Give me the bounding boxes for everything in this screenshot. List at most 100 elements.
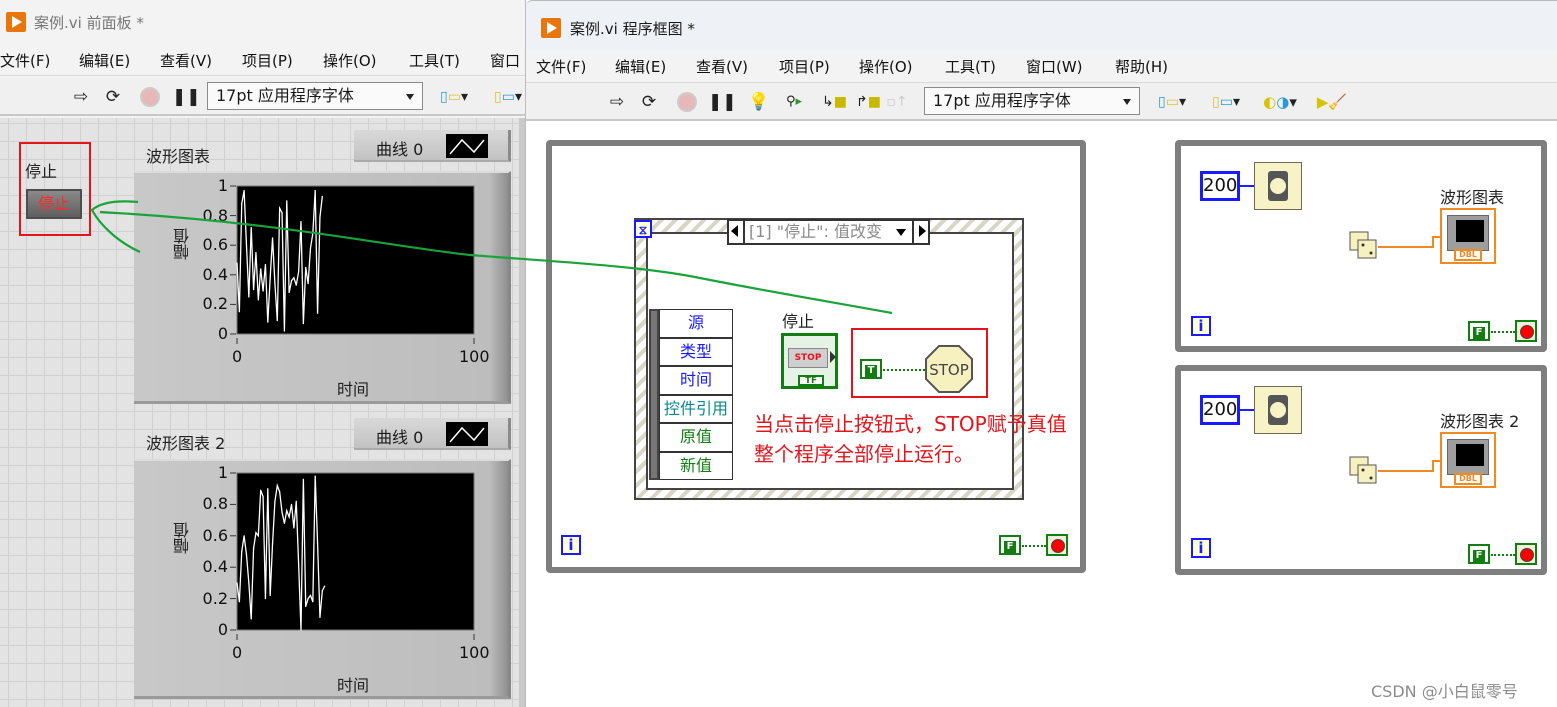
y-tick-label: 0.6 — [202, 235, 228, 255]
stop-function-icon[interactable]: STOP — [924, 344, 974, 394]
previous-case-icon[interactable] — [731, 225, 738, 237]
data-point — [257, 535, 259, 537]
iteration-terminal[interactable]: i — [1191, 538, 1211, 558]
data-point — [243, 535, 245, 537]
chevron-down-icon[interactable] — [896, 229, 906, 236]
event-data-type[interactable]: 类型 — [659, 337, 733, 366]
false-constant[interactable]: F — [999, 535, 1021, 555]
wait-ms-constant[interactable]: 200 — [1200, 171, 1240, 201]
block-diagram-menubar: 文件(F) 编辑(E) 查看(V) 项目(P) 操作(O) 工具(T) 窗口(W… — [526, 50, 1557, 83]
event-data-type-text: 类型 — [679, 341, 712, 361]
data-point — [288, 516, 290, 518]
data-point — [300, 629, 302, 631]
chart1-terminal[interactable]: DBL — [1440, 208, 1496, 264]
stop-terminal-glyph: STOP — [788, 348, 828, 368]
chart2-plot[interactable] — [0, 0, 525, 707]
block-diagram-titlebar[interactable]: 案例.vi 程序框图 * — [526, 0, 1557, 50]
clean-up-diagram-icon[interactable]: ▶🧹 — [1316, 91, 1348, 113]
stop-terminal[interactable]: STOP TF — [781, 333, 838, 389]
random-number-dice-icon[interactable] — [1348, 230, 1378, 260]
event-data-node[interactable]: 源 类型 时间 控件引用 原值 新值 — [649, 309, 733, 480]
step-into-icon[interactable]: ↳■ — [822, 91, 847, 113]
data-point — [252, 547, 255, 549]
run-continuously-icon[interactable]: ⟳ — [638, 91, 660, 113]
data-point — [312, 601, 314, 603]
next-case-icon[interactable] — [919, 225, 926, 237]
menu-edit[interactable]: 编辑(E) — [615, 56, 666, 77]
loop-condition-icon[interactable] — [1515, 543, 1537, 565]
menu-view[interactable]: 查看(V) — [696, 56, 748, 77]
y-tick-label: 0.8 — [202, 205, 228, 225]
iteration-terminal[interactable]: i — [561, 535, 581, 555]
numeric-wire[interactable] — [1240, 409, 1254, 411]
menu-help[interactable]: 帮助(H) — [1115, 56, 1168, 77]
align-objects-icon[interactable]: ▯▭▾ — [1152, 91, 1192, 113]
event-timeout-icon: ⧖ — [634, 220, 652, 238]
event-data-oldval[interactable]: 原值 — [659, 423, 733, 452]
data-point — [321, 590, 323, 592]
x-tick-label: 100 — [459, 347, 490, 366]
y-tick-label: 0.8 — [202, 494, 228, 514]
menu-operate[interactable]: 操作(O) — [859, 56, 913, 77]
data-point — [274, 500, 276, 502]
data-point — [271, 543, 274, 545]
x-tick-label: 100 — [459, 643, 490, 662]
menu-project[interactable]: 项目(P) — [779, 56, 830, 77]
false-constant[interactable]: F — [1468, 321, 1490, 341]
data-point — [238, 601, 240, 603]
event-data-time[interactable]: 时间 — [659, 366, 733, 395]
data-point — [295, 500, 297, 502]
false-constant-text: F — [1473, 550, 1485, 562]
event-data-ctlref[interactable]: 控件引用 — [659, 394, 733, 423]
watermark: CSDN @小白鼠零号 — [1371, 682, 1518, 701]
boolean-wire[interactable] — [1491, 331, 1515, 333]
wait-ms-clock-icon[interactable] — [1254, 162, 1302, 210]
abort-icon[interactable] — [676, 91, 698, 113]
data-point — [267, 488, 269, 490]
event-data-newval[interactable]: 新值 — [659, 451, 733, 480]
numeric-wire[interactable] — [1240, 185, 1254, 187]
iteration-terminal[interactable]: i — [1191, 316, 1211, 336]
retain-wire-values-icon[interactable]: ⚲▸ — [783, 91, 805, 113]
boolean-wire[interactable] — [1491, 554, 1515, 556]
reorder-icon[interactable]: ◐◑▾ — [1260, 91, 1300, 113]
chart2-terminal-type: DBL — [1454, 473, 1482, 485]
chevron-down-icon — [1123, 99, 1131, 105]
menu-window[interactable]: 窗口(W) — [1026, 56, 1083, 77]
boolean-wire[interactable] — [1022, 545, 1046, 547]
event-data-source[interactable]: 源 — [659, 309, 733, 338]
step-out-icon[interactable]: ▫↑ — [886, 91, 908, 113]
data-point — [302, 478, 304, 480]
y-tick-label: 1 — [217, 463, 228, 482]
boolean-wire[interactable] — [883, 369, 925, 371]
wait-ms-constant[interactable]: 200 — [1200, 395, 1240, 425]
chart2-terminal[interactable]: DBL — [1440, 432, 1496, 488]
menu-file[interactable]: 文件(F) — [536, 56, 586, 77]
event-selector[interactable]: [1] "停止": 值改变 — [727, 219, 930, 245]
y-tick-label: 0.4 — [202, 264, 228, 284]
false-constant[interactable]: F — [1468, 544, 1490, 564]
true-constant[interactable]: T — [860, 359, 882, 379]
double-wire[interactable] — [1378, 246, 1434, 248]
run-arrow-icon[interactable]: ⇨ — [606, 91, 628, 113]
chart1-terminal-label: 波形图表 — [1440, 188, 1505, 207]
wait-ms-clock-icon[interactable] — [1254, 386, 1302, 434]
loop-condition-icon[interactable] — [1515, 320, 1537, 342]
highlight-execution-icon[interactable]: 💡 — [748, 91, 770, 113]
step-over-icon[interactable]: ↱■ — [856, 91, 881, 113]
x-tick-label: 0 — [232, 643, 243, 662]
font-select[interactable]: 17pt 应用程序字体 — [924, 87, 1140, 115]
distribute-objects-icon[interactable]: ▯▭▾ — [1206, 91, 1246, 113]
loop-condition-icon[interactable] — [1046, 534, 1068, 556]
data-point — [269, 594, 271, 597]
event-data-newval-text: 新值 — [679, 455, 712, 475]
pause-icon[interactable]: ❚❚ — [708, 91, 737, 113]
waveform-chart-icon — [1447, 439, 1489, 475]
false-constant-text: F — [1473, 327, 1485, 339]
block-diagram-title: 案例.vi 程序框图 * — [570, 20, 695, 38]
front-panel-window: 案例.vi 前面板 * 文件(F) 编辑(E) 查看(V) 项目(P) 操作(O… — [0, 0, 525, 707]
data-point — [309, 594, 312, 597]
random-number-dice-icon[interactable] — [1348, 455, 1378, 485]
menu-tools[interactable]: 工具(T) — [945, 56, 996, 77]
double-wire[interactable] — [1378, 470, 1434, 472]
